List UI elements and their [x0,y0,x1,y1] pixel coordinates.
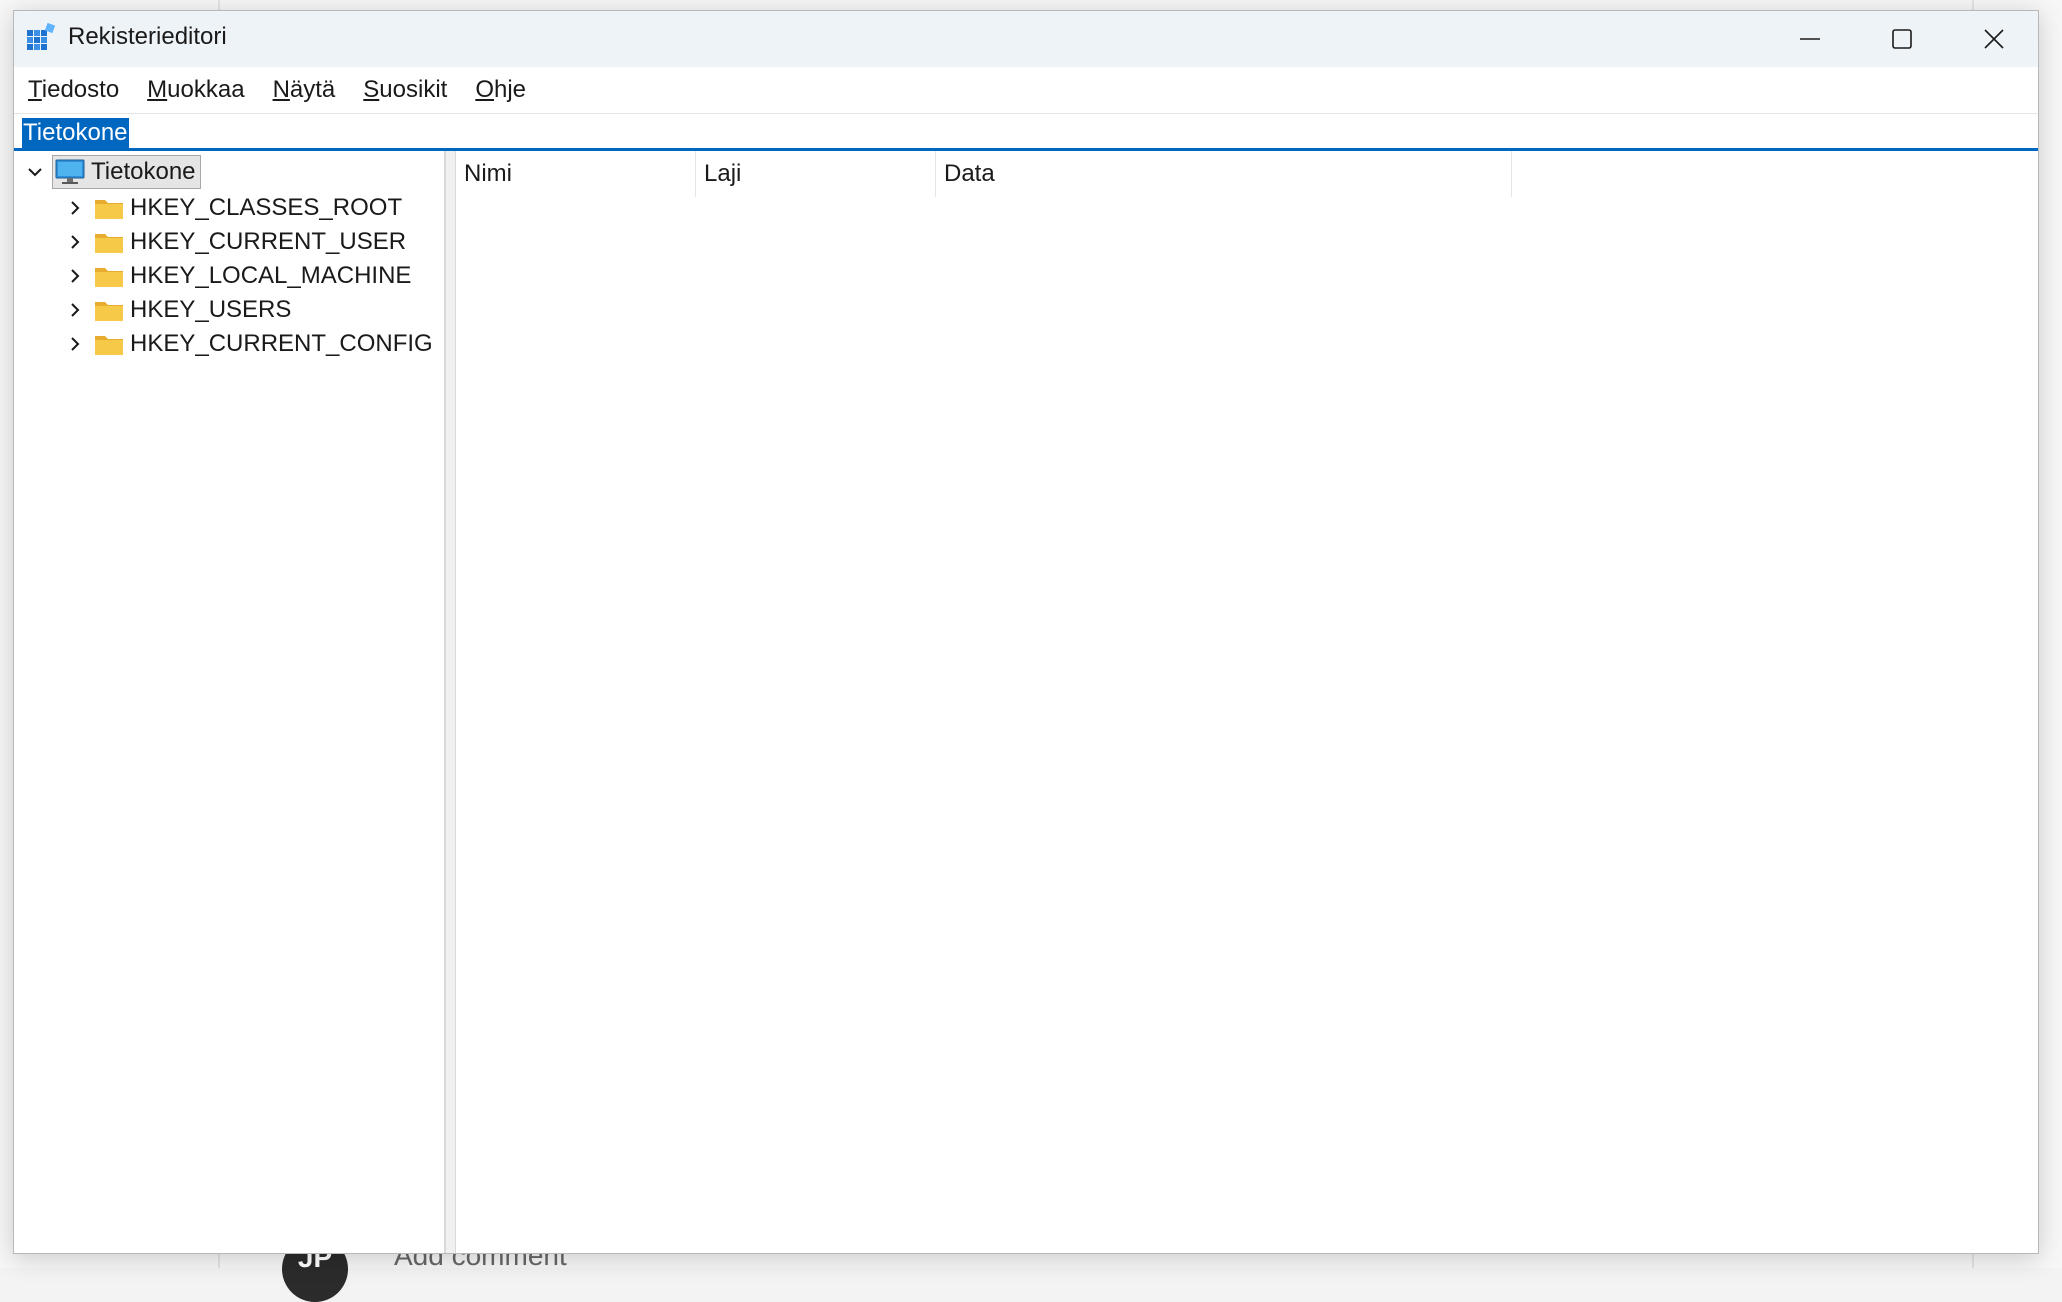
tree-item-hkey-users[interactable]: HKEY_USERS [62,293,291,327]
menu-item-file[interactable]: Tiedosto [14,67,133,113]
tree-item-label: HKEY_CURRENT_USER [130,228,407,255]
menu-item-view[interactable]: Näytä [259,67,350,113]
folder-icon [95,302,123,321]
tree-item-hkey-current-config[interactable]: HKEY_CURRENT_CONFIG [62,327,433,361]
column-header-data[interactable]: Data [936,151,1512,197]
chevron-right-icon[interactable] [62,263,88,289]
chevron-right-icon[interactable] [62,297,88,323]
minimize-button[interactable] [1764,11,1856,67]
menu-item-edit[interactable]: Muokkaa [133,67,258,113]
maximize-icon [1892,29,1912,49]
key-tree[interactable]: Tietokone HKEY_CLASSES_ROOT HKEY_CURRENT… [14,151,446,1253]
value-list[interactable]: Nimi Laji Data [456,151,2038,1253]
tree-item-label: HKEY_USERS [130,296,292,323]
chevron-down-icon[interactable] [22,159,48,185]
chevron-right-icon[interactable] [62,195,88,221]
folder-icon [95,200,123,219]
window-title: Rekisterieditori [68,23,227,50]
address-bar[interactable]: Tietokone [14,113,2038,151]
pane-splitter[interactable] [446,151,456,1253]
address-field[interactable]: Tietokone [22,118,129,148]
folder-icon [95,234,123,253]
tree-item-label: HKEY_LOCAL_MACHINE [130,262,412,289]
column-header-type[interactable]: Laji [696,151,936,197]
chevron-right-icon[interactable] [62,331,88,357]
folder-icon [95,268,123,287]
tree-item-hkey-current-user[interactable]: HKEY_CURRENT_USER [62,225,406,259]
minimize-icon [1800,38,1820,40]
tree-item-computer[interactable]: Tietokone [22,155,201,189]
tree-item-hkey-local-machine[interactable]: HKEY_LOCAL_MACHINE [62,259,411,293]
folder-icon [95,336,123,355]
selected-node[interactable]: Tietokone [52,155,201,189]
close-button[interactable] [1948,11,2040,67]
tree-item-label: HKEY_CURRENT_CONFIG [130,330,433,357]
column-header-name[interactable]: Nimi [456,151,696,197]
registry-editor-window: Rekisterieditori Tiedosto Muokkaa Näytä … [13,10,2039,1254]
close-icon [1984,29,2004,49]
menu-item-help[interactable]: Ohje [461,67,540,113]
menu-item-favorites[interactable]: Suosikit [349,67,461,113]
tree-item-hkey-classes-root[interactable]: HKEY_CLASSES_ROOT [62,191,402,225]
chevron-right-icon[interactable] [62,229,88,255]
computer-monitor-icon [55,159,85,184]
tree-item-label: HKEY_CLASSES_ROOT [130,194,403,221]
tree-item-label: Tietokone [91,158,196,185]
menu-bar: Tiedosto Muokkaa Näytä Suosikit Ohje [14,67,2038,113]
title-bar[interactable]: Rekisterieditori [14,11,2038,67]
maximize-button[interactable] [1856,11,1948,67]
registry-editor-icon [27,23,56,50]
